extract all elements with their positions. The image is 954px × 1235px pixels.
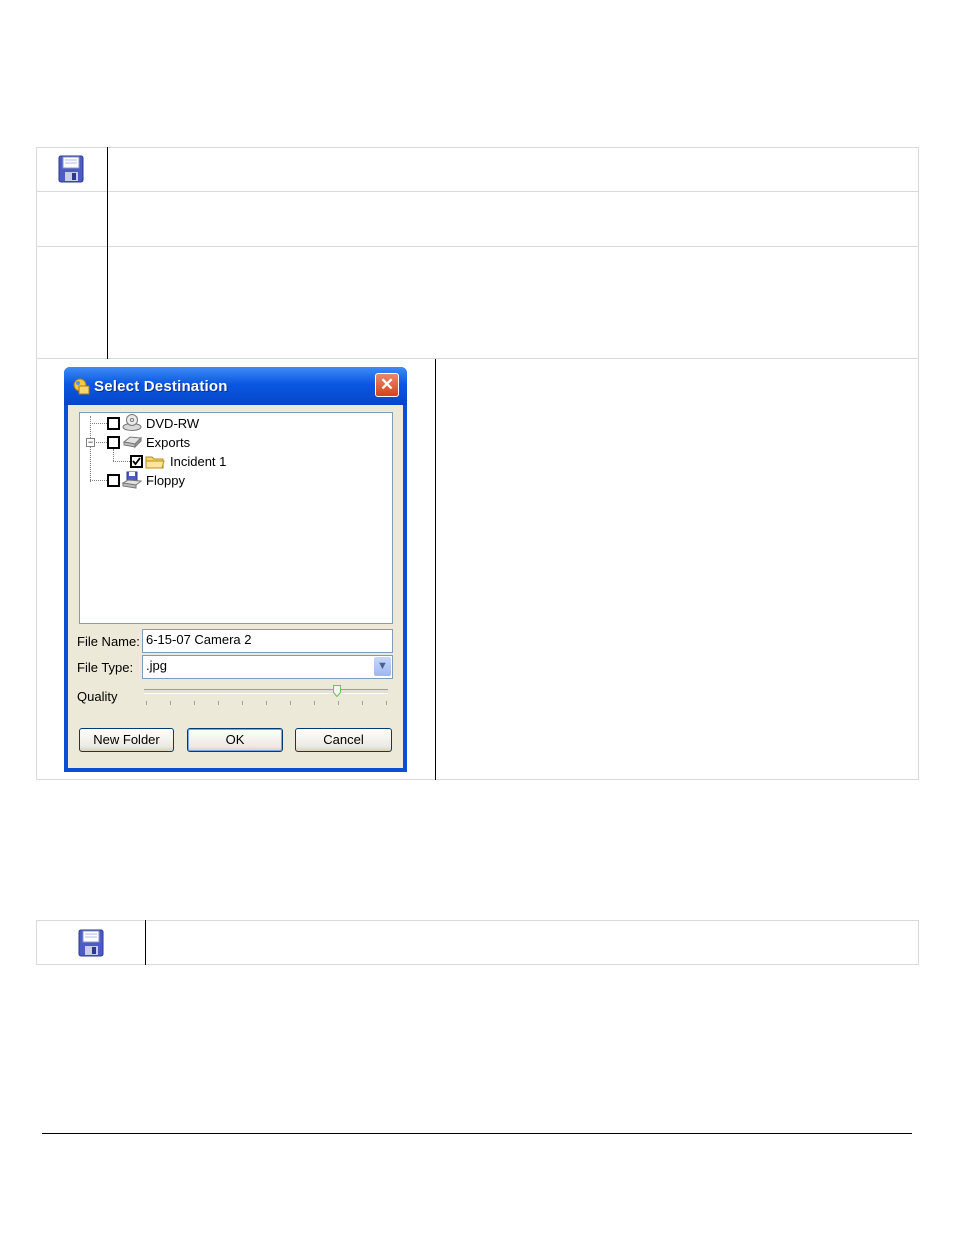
floppy-save-icon <box>78 929 104 957</box>
table-right-border <box>918 147 919 780</box>
tree-line <box>113 449 114 461</box>
tree-item-floppy[interactable]: Floppy <box>146 473 185 488</box>
quality-slider-tick <box>266 701 267 705</box>
close-button[interactable]: ✕ <box>375 373 399 397</box>
checkmark-icon <box>132 457 141 466</box>
table-row-divider <box>36 246 919 247</box>
new-folder-button[interactable]: New Folder <box>79 728 174 752</box>
floppy-drive-icon <box>122 471 142 489</box>
tree-item-incident-1[interactable]: Incident 1 <box>170 454 226 469</box>
quality-slider-tick <box>146 701 147 705</box>
incident-1-checkbox[interactable] <box>130 455 143 468</box>
quality-slider-tick <box>314 701 315 705</box>
select-destination-dialog: Select Destination ✕ − DVD-RW Exports In… <box>64 367 407 772</box>
quality-slider-tick <box>386 701 387 705</box>
floppy-save-icon <box>58 155 84 183</box>
quality-slider-tick <box>170 701 171 705</box>
note-table-right-border <box>918 920 919 965</box>
floppy-checkbox[interactable] <box>107 474 120 487</box>
cancel-button[interactable]: Cancel <box>295 728 392 752</box>
table-bottom-border <box>36 779 919 780</box>
footer-rule <box>42 1133 912 1134</box>
hard-drive-icon <box>122 436 142 449</box>
table-column-divider <box>435 359 436 780</box>
table-column-divider <box>107 147 108 359</box>
quality-slider[interactable] <box>144 685 388 709</box>
collapse-toggle[interactable]: − <box>86 438 95 447</box>
quality-slider-tick <box>338 701 339 705</box>
table-row-divider <box>36 358 919 359</box>
quality-label: Quality <box>77 689 118 704</box>
table-left-border <box>36 147 37 780</box>
quality-slider-tick <box>242 701 243 705</box>
tree-line <box>113 461 130 462</box>
ok-button[interactable]: OK <box>187 728 283 752</box>
exports-checkbox[interactable] <box>107 436 120 449</box>
quality-slider-tick <box>218 701 219 705</box>
quality-slider-tick <box>362 701 363 705</box>
quality-slider-track <box>144 689 388 694</box>
tree-line <box>90 423 107 424</box>
close-icon: ✕ <box>379 375 395 394</box>
note-table-bottom-border <box>36 964 919 965</box>
tree-line <box>94 442 107 443</box>
file-type-label: File Type: <box>77 660 134 675</box>
file-type-value: .jpg <box>146 658 167 673</box>
file-name-label: File Name: <box>77 634 140 649</box>
chevron-down-icon[interactable]: ▼ <box>374 657 391 676</box>
file-name-input[interactable]: 6-15-07 Camera 2 <box>142 629 393 653</box>
dialog-app-icon <box>73 378 90 395</box>
tree-line <box>90 480 107 481</box>
quality-slider-tick <box>194 701 195 705</box>
quality-slider-tick <box>290 701 291 705</box>
table-row-divider <box>36 191 919 192</box>
dialog-client-area: − DVD-RW Exports Incident 1 Floppy File … <box>68 405 403 768</box>
table-top-border <box>36 147 919 148</box>
note-table-left-border <box>36 920 37 965</box>
destination-tree[interactable]: − DVD-RW Exports Incident 1 Floppy <box>79 412 393 624</box>
dialog-title: Select Destination <box>94 378 228 395</box>
note-table-column-divider <box>145 920 146 965</box>
dialog-title-bar[interactable]: Select Destination ✕ <box>64 367 407 405</box>
quality-slider-thumb[interactable] <box>333 685 341 697</box>
tree-item-exports[interactable]: Exports <box>146 435 190 450</box>
tree-item-dvd-rw[interactable]: DVD-RW <box>146 416 199 431</box>
tree-line <box>90 416 91 482</box>
note-table-top-border <box>36 920 919 921</box>
folder-icon <box>145 456 165 469</box>
file-type-select[interactable]: .jpg ▼ <box>142 655 393 679</box>
dvd-rw-checkbox[interactable] <box>107 417 120 430</box>
dvd-drive-icon <box>122 414 142 431</box>
